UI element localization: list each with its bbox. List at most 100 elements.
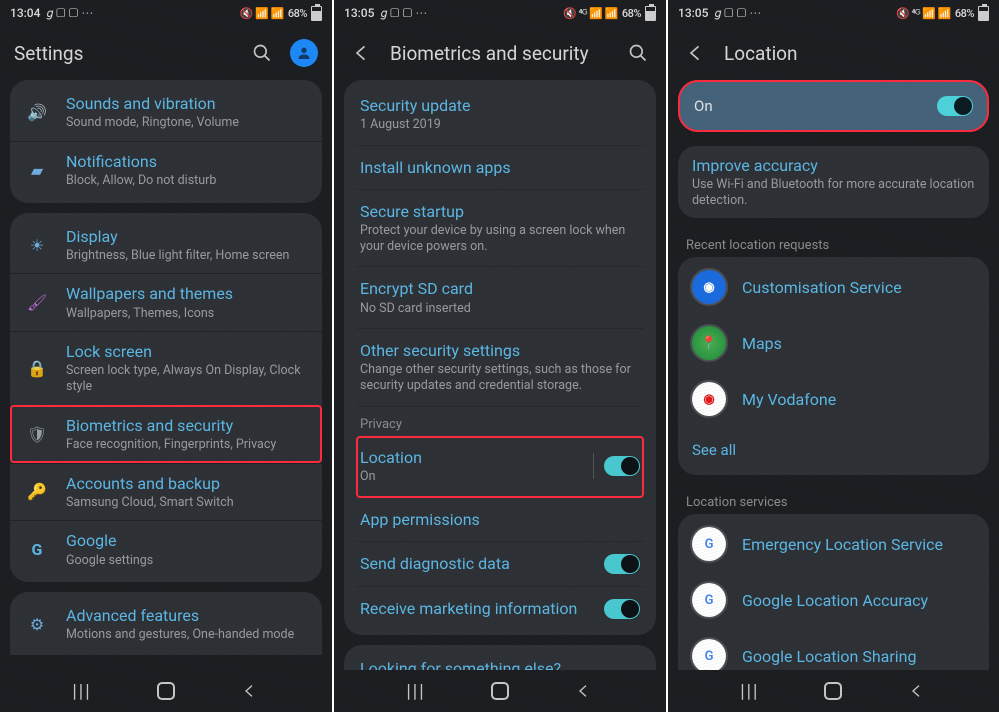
nav-home[interactable]	[480, 682, 520, 700]
footer-link[interactable]: Looking for something else?	[360, 659, 640, 670]
nav-bar: |||	[668, 670, 999, 712]
service-row-accuracy[interactable]: G Google Location Accuracy	[686, 572, 981, 628]
location-list[interactable]: On Improve accuracy Use Wi-Fi and Blueto…	[668, 80, 999, 670]
clock: 13:04	[10, 6, 40, 20]
settings-row-google[interactable]: G Google Google settings	[10, 520, 322, 578]
settings-group-1: 🔊 Sounds and vibration Sound mode, Ringt…	[10, 80, 322, 203]
nav-back[interactable]	[230, 683, 270, 699]
location-screen: 13:05 𝑔 ▢ ▢ ⋯ 🔇 ⁴ᴳ 📶 📶 68% Location On I…	[668, 0, 999, 712]
location-master-toggle[interactable]: On	[678, 80, 989, 132]
battery-icon	[645, 6, 656, 21]
settings-list[interactable]: 🔊 Sounds and vibration Sound mode, Ringt…	[0, 80, 332, 670]
settings-row-advanced[interactable]: ⚙ Advanced features Motions and gestures…	[10, 596, 322, 653]
google-icon: G	[24, 540, 50, 559]
recent-apps-card: ◉ Customisation Service 📍 Maps ◉ My Voda…	[678, 257, 989, 475]
app-icon: ◉	[692, 270, 726, 304]
row-app-permissions[interactable]: App permissions	[356, 498, 644, 542]
row-diagnostic[interactable]: Send diagnostic data	[356, 542, 644, 587]
app-row-maps[interactable]: 📍 Maps	[686, 315, 981, 371]
row-encrypt-sd[interactable]: Encrypt SD card No SD card inserted	[356, 267, 644, 329]
page-title: Location	[724, 42, 985, 65]
status-bar: 13:05 𝑔 ▢ ▢ ⋯ 🔇 ⁴ᴳ 📶 📶 68%	[334, 0, 666, 26]
search-icon[interactable]	[624, 39, 652, 67]
gear-icon: ⚙	[24, 615, 50, 634]
row-secure-startup[interactable]: Secure startup Protect your device by us…	[356, 190, 644, 267]
nav-recents[interactable]: |||	[730, 681, 770, 702]
nav-bar: |||	[334, 670, 666, 712]
settings-screen: 13:04 𝑔 ▢ ▢ ⋯ 🔇 📶 📶 68% Settings 🔊 Sound…	[0, 0, 332, 712]
nav-back[interactable]	[897, 683, 937, 699]
improve-accuracy-card[interactable]: Improve accuracy Use Wi-Fi and Bluetooth…	[678, 146, 989, 218]
see-all-link[interactable]: See all	[686, 427, 981, 473]
app-row-customisation[interactable]: ◉ Customisation Service	[686, 259, 981, 315]
display-icon: ☀	[24, 236, 50, 255]
settings-row-notifications[interactable]: ▰ Notifications Block, Allow, Do not dis…	[10, 141, 322, 199]
header: Biometrics and security	[334, 26, 666, 80]
status-bar: 13:04 𝑔 ▢ ▢ ⋯ 🔇 📶 📶 68%	[0, 0, 332, 26]
app-icon: ◉	[692, 382, 726, 416]
row-marketing[interactable]: Receive marketing information	[356, 587, 644, 631]
settings-group-2: ☀ Display Brightness, Blue light filter,…	[10, 213, 322, 583]
page-title: Biometrics and security	[390, 42, 610, 65]
location-services-card: G Emergency Location Service G Google Lo…	[678, 514, 989, 670]
status-bar: 13:05 𝑔 ▢ ▢ ⋯ 🔇 ⁴ᴳ 📶 📶 68%	[668, 0, 999, 26]
settings-row-wallpapers[interactable]: 🖌 Wallpapers and themes Wallpapers, Them…	[10, 273, 322, 331]
status-icons-left: 𝑔 ▢ ▢ ⋯	[714, 6, 761, 21]
security-group-top: Security update 1 August 2019 Install un…	[344, 80, 656, 635]
clock: 13:05	[344, 6, 374, 20]
marketing-toggle[interactable]	[604, 599, 640, 619]
back-button[interactable]	[682, 39, 710, 67]
biometrics-screen: 13:05 𝑔 ▢ ▢ ⋯ 🔇 ⁴ᴳ 📶 📶 68% Biometrics an…	[334, 0, 666, 712]
nav-home[interactable]	[813, 682, 853, 700]
shield-icon: 🛡	[24, 425, 50, 444]
services-section-label: Location services	[678, 485, 989, 514]
status-icons-right: 🔇 ⁴ᴳ 📶 📶	[896, 7, 951, 20]
recent-section-label: Recent location requests	[678, 228, 989, 257]
lock-icon: 🔒	[24, 359, 50, 378]
settings-row-display[interactable]: ☀ Display Brightness, Blue light filter,…	[10, 217, 322, 274]
footer-card[interactable]: Looking for something else?	[344, 645, 656, 670]
service-row-emergency[interactable]: G Emergency Location Service	[686, 516, 981, 572]
battery-pct: 68%	[955, 7, 974, 20]
profile-avatar[interactable]	[290, 39, 318, 67]
row-other-security[interactable]: Other security settings Change other sec…	[356, 329, 644, 406]
nav-back[interactable]	[564, 683, 604, 699]
back-button[interactable]	[348, 39, 376, 67]
key-icon: 🔑	[24, 482, 50, 501]
page-title: Settings	[14, 42, 234, 65]
service-row-sharing[interactable]: G Google Location Sharing	[686, 628, 981, 670]
battery-icon	[978, 6, 989, 21]
google-icon: G	[692, 527, 726, 561]
settings-row-lockscreen[interactable]: 🔒 Lock screen Screen lock type, Always O…	[10, 331, 322, 404]
master-toggle-switch[interactable]	[937, 96, 973, 116]
wallpaper-icon: 🖌	[24, 293, 50, 312]
battery-pct: 68%	[622, 7, 641, 20]
row-location[interactable]: Location On	[356, 436, 644, 498]
app-row-vodafone[interactable]: ◉ My Vodafone	[686, 371, 981, 427]
nav-recents[interactable]: |||	[62, 681, 102, 702]
security-list[interactable]: Security update 1 August 2019 Install un…	[334, 80, 666, 670]
privacy-section-label: Privacy	[356, 407, 644, 436]
volume-icon: 🔊	[24, 103, 50, 122]
settings-row-accounts[interactable]: 🔑 Accounts and backup Samsung Cloud, Sma…	[10, 463, 322, 521]
nav-bar: |||	[0, 670, 332, 712]
notifications-icon: ▰	[24, 161, 50, 180]
google-icon: G	[692, 583, 726, 617]
settings-row-biometrics[interactable]: 🛡 Biometrics and security Face recogniti…	[10, 405, 322, 463]
battery-icon	[311, 6, 322, 21]
app-icon: 📍	[692, 326, 726, 360]
search-icon[interactable]	[248, 39, 276, 67]
battery-pct: 68%	[288, 7, 307, 20]
clock: 13:05	[678, 6, 708, 20]
row-security-update[interactable]: Security update 1 August 2019	[356, 84, 644, 146]
settings-row-sounds[interactable]: 🔊 Sounds and vibration Sound mode, Ringt…	[10, 84, 322, 141]
location-toggle[interactable]	[604, 456, 640, 476]
row-install-unknown[interactable]: Install unknown apps	[356, 146, 644, 190]
status-icons-right: 🔇 📶 📶	[240, 7, 284, 20]
status-icons-right: 🔇 ⁴ᴳ 📶 📶	[563, 7, 618, 20]
header: Settings	[0, 26, 332, 80]
nav-home[interactable]	[146, 682, 186, 700]
settings-group-3: ⚙ Advanced features Motions and gestures…	[10, 592, 322, 655]
diagnostic-toggle[interactable]	[604, 554, 640, 574]
nav-recents[interactable]: |||	[396, 681, 436, 702]
